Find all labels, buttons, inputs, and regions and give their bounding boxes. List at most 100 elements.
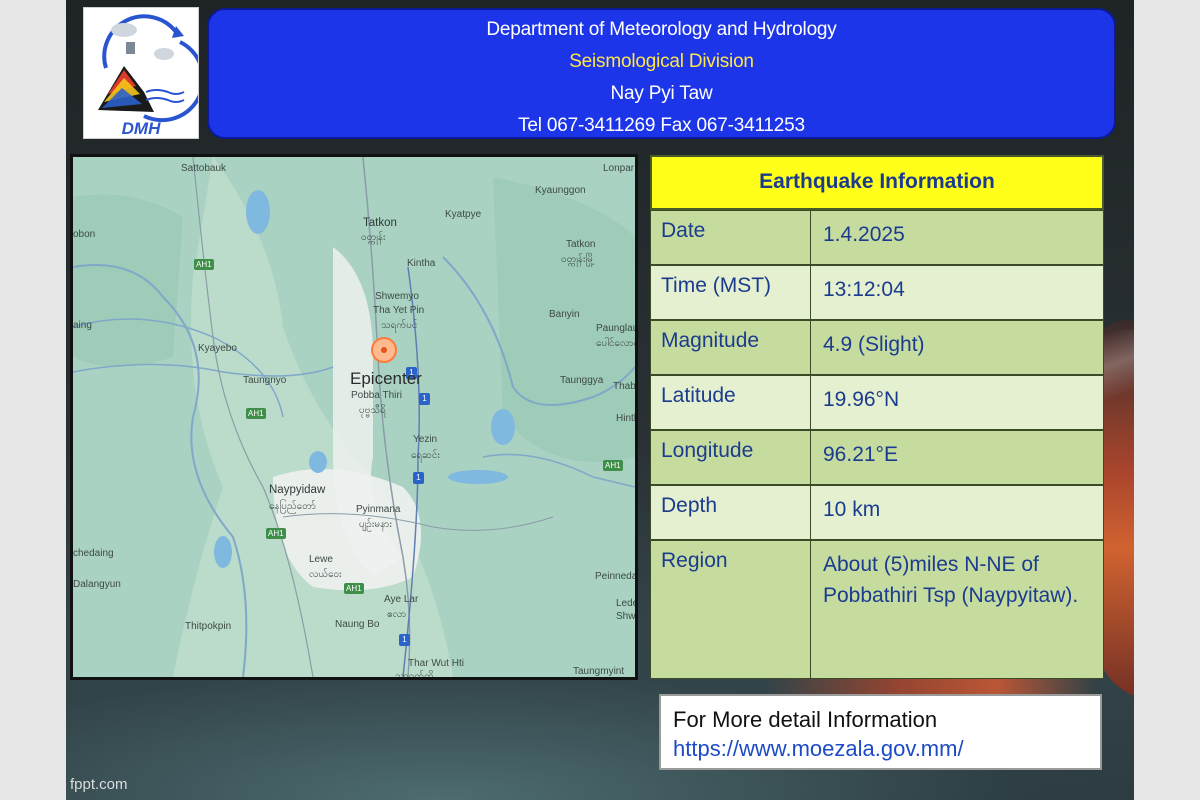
road-sign-ah1: AH1 [246, 408, 266, 419]
info-row-value: 13:12:04 [823, 278, 905, 301]
highway-sign: 1 [419, 393, 430, 405]
contact-info: Tel 067-3411269 Fax 067-3411253 [518, 115, 805, 136]
map-place-label: Pyinmana [356, 504, 401, 515]
map-place-label: Dalangyun [73, 579, 121, 590]
info-row-value: 19.96°N [823, 388, 900, 411]
lake [214, 536, 232, 568]
info-row-value: 96.21°E [823, 443, 898, 466]
epicenter-label: Epicenter [350, 369, 422, 388]
department-name: Department of Meteorology and Hydrology [486, 19, 837, 40]
info-row-value: 10 km [823, 498, 881, 521]
info-row-value: About (5)miles N-NE of Pobbathiri Tsp (N… [823, 553, 1079, 607]
info-row-label: Region [651, 541, 811, 678]
map-place-label: Aye Lar [384, 594, 419, 605]
road-sign-ah1: AH1 [603, 460, 623, 471]
epicenter-marker-icon [371, 337, 397, 363]
dmh-logo: DMH [83, 7, 199, 139]
map-place-label: ဝတ္ကုန်းမြို့ [561, 254, 595, 265]
highway-sign: 1 [413, 472, 424, 484]
map-place-label: Tatkon [566, 239, 596, 250]
info-row-latitude: Latitude 19.96°N [650, 375, 1104, 430]
map-place-label: သာဝတ်ထိ [395, 671, 434, 680]
info-row-time: Time (MST) 13:12:04 [650, 265, 1104, 320]
cloud-icon [111, 23, 137, 37]
epicenter-map: Sattobauk Lonpar Kyaunggon Kyatpye Tatko… [70, 154, 638, 680]
road-sign-ah1: AH1 [266, 528, 286, 539]
info-table-title: Earthquake Information [650, 155, 1104, 210]
road-sign-ah1: AH1 [344, 583, 364, 594]
info-row-longitude: Longitude 96.21°E [650, 430, 1104, 485]
wave-icon [145, 97, 185, 103]
map-place-label: Tha Yet Pin [373, 305, 425, 316]
map-place-label: Lonpar [603, 163, 635, 174]
map-place-label: Lede [616, 598, 638, 609]
info-row-label: Latitude [651, 376, 811, 429]
map-place-label: Paunglau [596, 323, 638, 334]
logo-arc-top [102, 14, 178, 69]
division-name: Seismological Division [569, 51, 754, 72]
more-info-link[interactable]: https://www.moezala.gov.mm/ [673, 734, 1088, 763]
map-place-label: Kyatpye [445, 209, 482, 220]
map-place-label: Kyaunggon [535, 185, 586, 196]
map-place-label: Banyin [549, 309, 580, 320]
info-row-label: Depth [651, 486, 811, 539]
map-place-label: Yezin [413, 434, 438, 445]
map-place-label: Thitpokpin [185, 621, 232, 632]
map-place-label: Hinth [616, 413, 638, 424]
map-place-label: Naypyidaw [269, 484, 326, 496]
map-place-label: ပျဉ်းမနား [359, 519, 392, 530]
map-place-label: Kintha [407, 258, 436, 269]
map-place-label: Shwe [616, 611, 636, 622]
more-info-text: For More detail Information [673, 707, 938, 732]
map-place-label: Taungnyo [243, 375, 287, 386]
info-row-label: Magnitude [651, 321, 811, 374]
map-place-label: chedaing [73, 548, 114, 559]
map-place-label: ဝတ္ကုန်း [361, 232, 386, 243]
lake [246, 190, 270, 234]
map-place-label: Tatkon [363, 217, 397, 229]
city-name: Nay Pyi Taw [610, 83, 713, 104]
map-place-label: ဧလာ [387, 609, 407, 620]
map-base [73, 157, 635, 677]
info-row-label: Date [651, 211, 811, 264]
info-row-label: Time (MST) [651, 266, 811, 319]
map-place-label: obon [73, 229, 96, 240]
map-place-label: ရေဆင်း [411, 450, 440, 461]
info-row-date: Date 1.4.2025 [650, 210, 1104, 265]
lake [309, 451, 327, 473]
lake [448, 470, 508, 484]
info-row-magnitude: Magnitude 4.9 (Slight) [650, 320, 1104, 375]
map-place-label: Thar Wut Hti [408, 658, 464, 669]
map-place-label: Sattobauk [181, 163, 227, 174]
dmh-logo-graphic: DMH [98, 14, 198, 138]
hill-area [73, 194, 183, 367]
map-place-label: ပုဗ္ဗသီရိ [359, 405, 386, 416]
building-icon [126, 42, 135, 54]
wave-icon [145, 89, 185, 95]
info-row-depth: Depth 10 km [650, 485, 1104, 540]
map-place-label: လယ်ဝေး [309, 569, 342, 580]
map-place-label: Taungmyint [573, 666, 625, 677]
info-row-value: 1.4.2025 [823, 223, 905, 246]
info-row-region: Region About (5)miles N-NE of Pobbathiri… [650, 540, 1104, 679]
map-place-label: နေပြည်တော် [269, 501, 316, 512]
map-place-label: Shwemyo [375, 291, 419, 302]
more-info-box: For More detail Information https://www.… [659, 694, 1102, 770]
cloud-icon [154, 48, 174, 60]
lake [491, 409, 515, 445]
road-sign-ah1: AH1 [194, 259, 214, 270]
map-place-label: ပေါင်လောင် [596, 338, 638, 349]
template-credit: fppt.com [70, 776, 128, 793]
map-place-label: သရက်ပင် [381, 320, 418, 331]
highway-sign: 1 [399, 634, 410, 646]
info-row-value: 4.9 (Slight) [823, 333, 925, 356]
map-place-label: Kyayebo [198, 343, 237, 354]
map-place-label: Lewe [309, 554, 333, 565]
map-place-label: Thaby [613, 381, 636, 392]
header-banner: Department of Meteorology and Hydrology … [207, 8, 1116, 139]
map-place-label: Peinneda [595, 571, 638, 582]
logo-text: DMH [122, 119, 161, 138]
map-place-label: Taunggya [560, 375, 604, 386]
map-place-label: Naung Bo [335, 619, 380, 630]
map-place-label: aing [73, 320, 92, 331]
